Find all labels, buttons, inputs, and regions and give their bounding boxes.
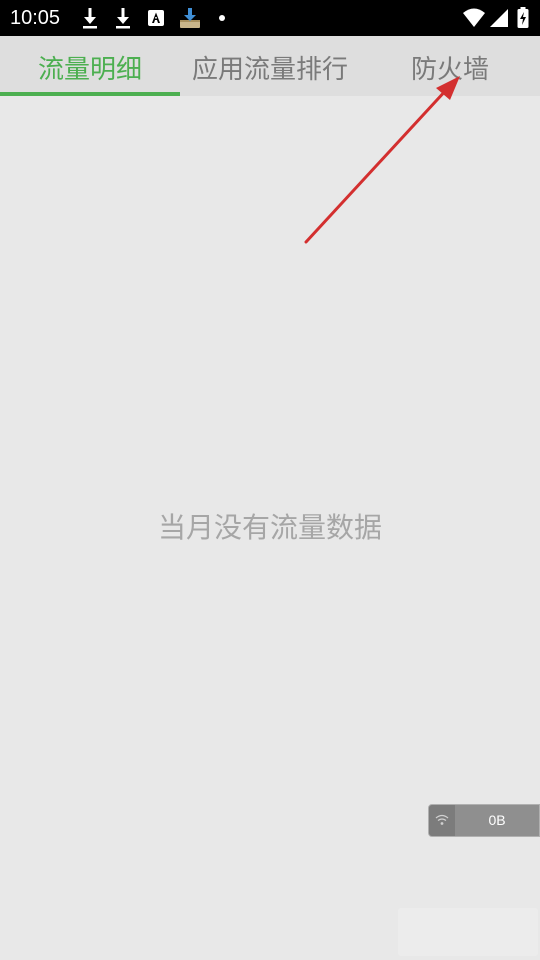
tab-traffic-details[interactable]: 流量明细 bbox=[0, 36, 180, 96]
dot-icon bbox=[219, 15, 225, 21]
status-time: 10:05 bbox=[10, 7, 61, 29]
download-icon bbox=[116, 8, 130, 29]
battery-icon bbox=[517, 7, 529, 28]
traffic-value: 0B bbox=[488, 812, 506, 828]
signal-icon bbox=[490, 9, 508, 27]
wifi-icon bbox=[435, 814, 449, 825]
font-app-icon bbox=[148, 10, 164, 26]
install-box-icon bbox=[180, 8, 200, 28]
tab-bar: 流量明细 应用流量排行 防火墙 bbox=[0, 36, 540, 96]
download-icon bbox=[83, 8, 97, 29]
tab-app-traffic-ranking[interactable]: 应用流量排行 bbox=[180, 36, 360, 96]
status-bar: 10:05 bbox=[0, 0, 540, 36]
traffic-icon-box bbox=[429, 805, 455, 836]
tab-firewall[interactable]: 防火墙 bbox=[360, 36, 540, 96]
traffic-float-widget[interactable]: 0B bbox=[428, 804, 540, 837]
empty-state-message: 当月没有流量数据 bbox=[157, 511, 382, 544]
wifi-icon bbox=[463, 8, 485, 27]
faint-overlay-box bbox=[398, 908, 538, 956]
tab-indicator bbox=[0, 92, 180, 96]
